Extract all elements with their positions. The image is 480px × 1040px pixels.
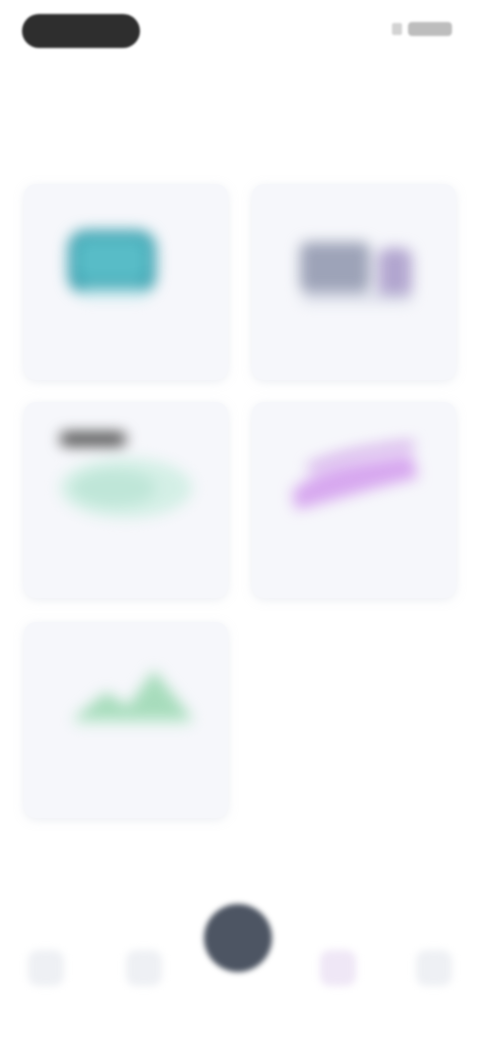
star-icon[interactable] bbox=[320, 950, 356, 986]
wave-illustration-icon bbox=[252, 402, 456, 598]
category-card-4[interactable] bbox=[252, 402, 456, 598]
battery-icon bbox=[408, 22, 452, 36]
signal-icon bbox=[392, 23, 402, 35]
category-card-3[interactable] bbox=[24, 402, 228, 598]
category-card-2[interactable] bbox=[252, 184, 456, 380]
home-icon[interactable] bbox=[28, 950, 64, 986]
status-icons bbox=[392, 22, 452, 36]
app-screen bbox=[0, 0, 480, 1040]
status-bar bbox=[0, 0, 480, 64]
mountain-illustration-icon bbox=[24, 622, 228, 818]
category-card-1[interactable] bbox=[24, 184, 228, 380]
device-illustration-icon bbox=[24, 184, 228, 380]
dynamic-island bbox=[22, 14, 140, 48]
grid-icon[interactable] bbox=[126, 950, 162, 986]
profile-icon[interactable] bbox=[416, 950, 452, 986]
cloud-illustration-icon bbox=[24, 402, 228, 598]
bottom-nav bbox=[0, 904, 480, 1040]
center-action-icon[interactable] bbox=[204, 904, 272, 972]
monitor-illustration-icon bbox=[252, 184, 456, 380]
category-card-5[interactable] bbox=[24, 622, 228, 818]
